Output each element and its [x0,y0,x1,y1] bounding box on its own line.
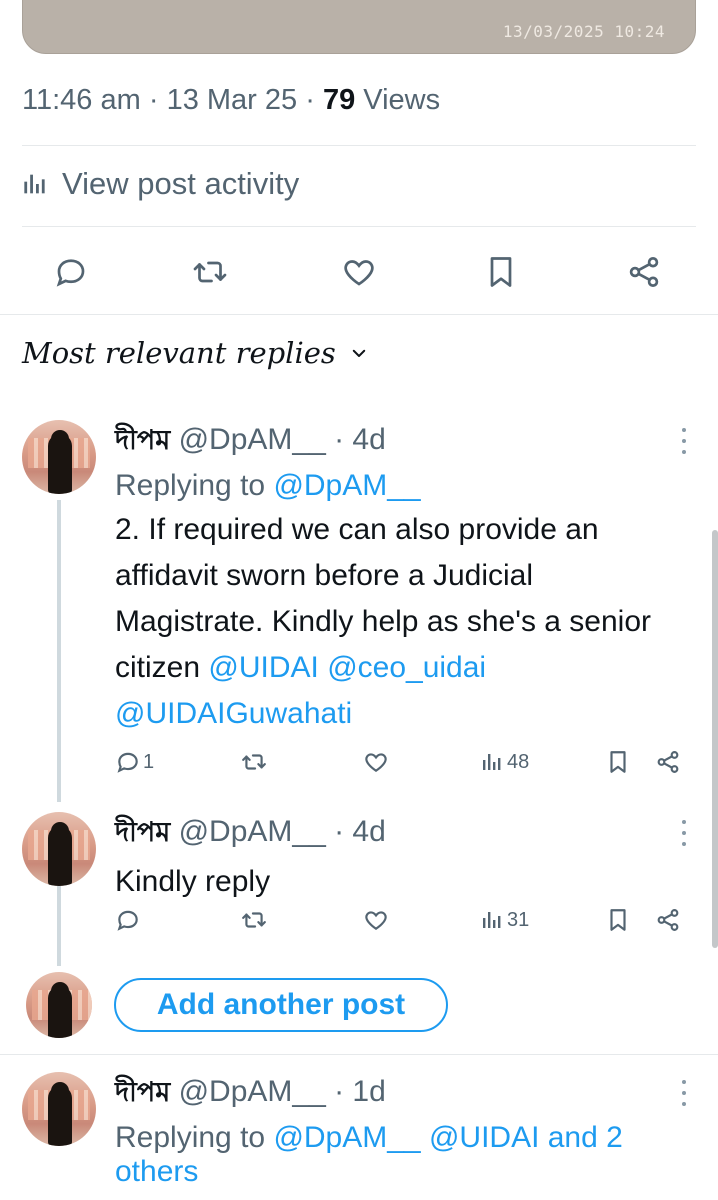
bookmark-button[interactable] [605,742,631,782]
repost-icon [242,912,266,928]
scrollbar[interactable] [712,530,718,948]
reply-button[interactable] [115,900,141,940]
repost-button[interactable] [241,742,267,782]
post-image[interactable]: 13/03/2025 10:24 [22,0,696,54]
replying-to-others-link[interactable]: others [115,1155,678,1189]
more-options-icon[interactable] [680,1080,688,1106]
like-icon [365,753,387,772]
view-post-activity-button[interactable]: View post activity [22,166,299,202]
divider [22,226,696,227]
thread-connector [57,886,61,966]
like-button[interactable] [363,742,389,782]
post-meta: 11:46 am · 13 Mar 25 · 79 Views [22,84,441,116]
display-name[interactable]: দীপম [115,425,170,456]
reply-action-row: 31 [115,900,695,940]
mention-link[interactable]: @UIDAIGuwahati [115,697,352,730]
post-age: · 4d [334,815,386,848]
like-button[interactable] [363,900,389,940]
reply-icon [117,910,138,931]
display-name[interactable]: দীপম [115,1077,170,1108]
like-icon [344,260,374,286]
image-timestamp: 13/03/2025 10:24 [502,22,665,41]
divider [0,1054,718,1055]
analytics-icon [483,912,501,928]
bookmark-icon [490,257,512,287]
replies-sort-dropdown[interactable]: Most relevant replies [22,336,368,370]
post-header: দীপম @DpAM__ · 1d [115,1072,678,1117]
more-options-icon[interactable] [680,820,688,846]
bookmark-button[interactable] [479,250,523,294]
post-time: 11:46 am [22,84,141,116]
views-count: 31 [507,908,530,931]
views-button[interactable]: 31 [481,900,529,940]
mention-links[interactable]: @UIDAI @ceo_uidai [208,651,486,684]
replying-to: Replying to @DpAM__ @UIDAI and 2 [115,1121,623,1154]
bookmark-button[interactable] [605,900,631,940]
share-button[interactable] [655,742,681,782]
reply-button[interactable]: 1 [115,742,154,782]
chevron-down-icon [352,349,366,357]
repost-button[interactable] [188,250,232,294]
post-age: · 1d [334,1075,386,1108]
views-label: Views [363,84,441,116]
share-button[interactable] [622,250,666,294]
share-icon [657,909,679,931]
avatar [26,972,92,1038]
repost-icon [242,754,266,770]
analytics-icon [24,174,45,194]
reply-count: 1 [143,750,155,773]
reply-icon [117,752,138,773]
sort-label: Most relevant replies [22,336,336,370]
reply-action-row: 1 48 [115,742,695,782]
replying-to-link[interactable]: @DpAM__ [273,469,420,502]
bookmark-icon [610,751,626,773]
post-header: দীপম @DpAM__ · 4d [115,812,678,857]
post-header: দীপম @DpAM__ · 4d [115,420,678,465]
display-name[interactable]: দীপম [115,817,170,848]
avatar[interactable] [22,1072,96,1146]
post-text: Kindly reply [115,865,271,898]
views-count: 48 [507,750,530,773]
reply-button[interactable] [49,250,93,294]
post-action-bar [0,244,718,300]
post-age: · 4d [334,423,386,456]
avatar[interactable] [22,812,96,886]
avatar[interactable] [22,420,96,494]
reply-icon [56,259,85,287]
share-icon [657,751,679,773]
repost-icon [193,261,227,283]
like-icon [365,911,387,930]
view-post-activity-label: View post activity [62,166,300,201]
post-date: 13 Mar 25 [166,84,298,116]
add-another-post-button[interactable]: Add another post [114,978,448,1032]
thread-connector [57,500,61,802]
replying-to: Replying to @DpAM__ [115,469,421,502]
replying-to-link[interactable]: @DpAM__ @UIDAI and 2 [273,1121,622,1154]
share-icon [629,257,659,287]
analytics-icon [483,754,501,770]
post-text: 2. If required we can also provide an af… [115,513,652,730]
views-count: 79 [322,84,356,116]
share-button[interactable] [655,900,681,940]
bookmark-icon [610,909,626,931]
divider [22,145,696,146]
like-button[interactable] [337,250,381,294]
divider [0,314,718,315]
handle[interactable]: @DpAM__ [179,815,326,848]
repost-button[interactable] [241,900,267,940]
handle[interactable]: @DpAM__ [179,423,326,456]
views-button[interactable]: 48 [481,742,529,782]
handle[interactable]: @DpAM__ [179,1075,326,1108]
more-options-icon[interactable] [680,428,688,454]
